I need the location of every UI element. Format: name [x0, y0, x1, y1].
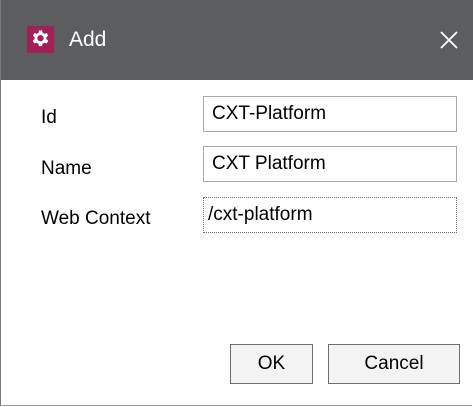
web-context-field[interactable]	[203, 197, 457, 233]
close-button[interactable]	[433, 24, 465, 56]
cancel-button[interactable]: Cancel	[328, 344, 460, 384]
add-dialog: Add Id Name Web Context OK Cancel	[0, 0, 473, 406]
gear-icon	[27, 26, 54, 53]
name-label: Name	[41, 158, 92, 179]
web-context-label: Web Context	[41, 208, 151, 229]
close-icon	[440, 31, 458, 49]
ok-button[interactable]: OK	[230, 344, 313, 384]
name-field[interactable]	[203, 146, 457, 182]
dialog-titlebar: Add	[1, 0, 473, 80]
id-label: Id	[41, 107, 57, 128]
dialog-title: Add	[69, 28, 107, 51]
id-field[interactable]	[203, 96, 457, 132]
